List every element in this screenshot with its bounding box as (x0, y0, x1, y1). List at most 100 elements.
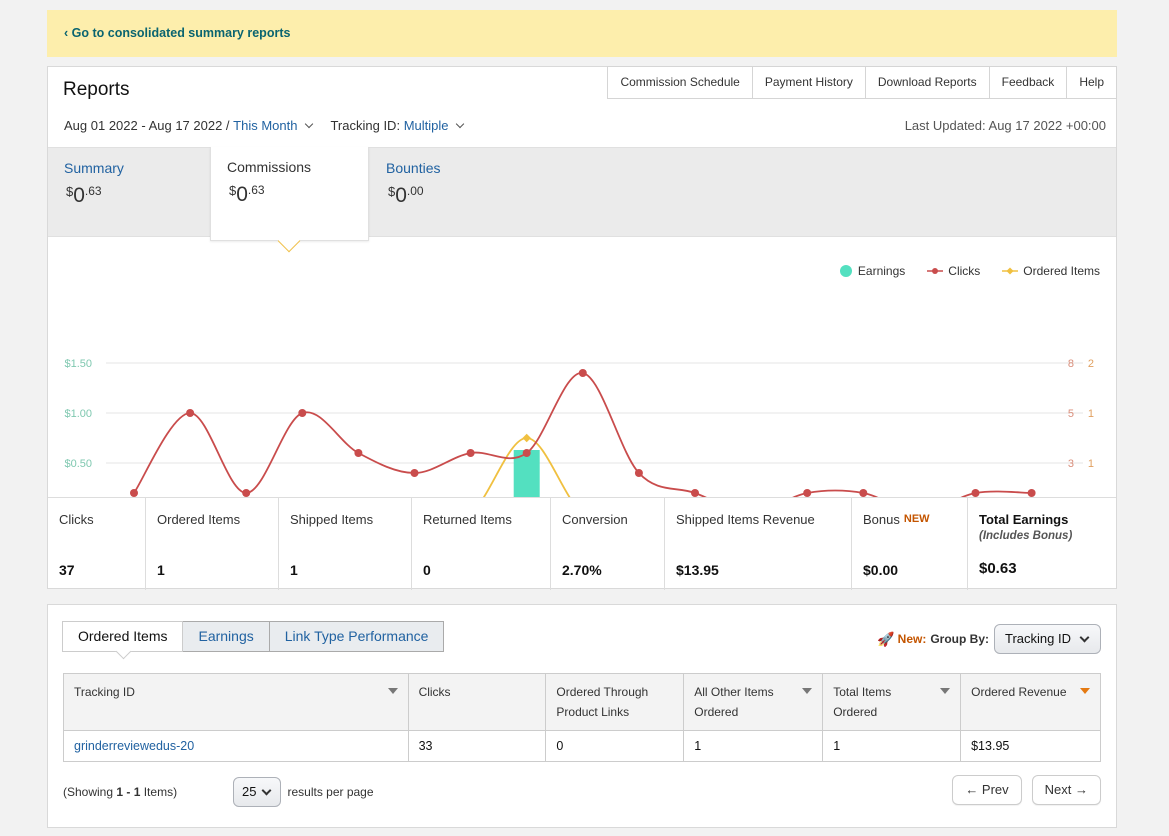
commission-schedule-link[interactable]: Commission Schedule (607, 66, 753, 99)
legend-clicks-label: Clicks (948, 264, 981, 278)
col-ordered-through-links[interactable]: Ordered Through Product Links (545, 673, 685, 731)
metric-clicks: Clicks 37 (48, 498, 146, 590)
right-tick-label: 1 (1088, 458, 1094, 470)
items-panel: Ordered Items Earnings Link Type Perform… (47, 604, 1117, 828)
tab-bounties-amount: $0.00 (388, 184, 424, 208)
metric-label: Total Earnings (979, 512, 1069, 527)
tab-link-type-performance[interactable]: Link Type Performance (268, 621, 445, 652)
metric-shipped-items: Shipped Items 1 (279, 498, 412, 590)
metric-ordered-items: Ordered Items 1 (146, 498, 279, 590)
metric-label: Conversion (562, 512, 628, 527)
right-tick-label: 8 (1068, 358, 1074, 370)
metric-value: $0.00 (863, 562, 899, 578)
cell-total-items: 1 (822, 730, 962, 762)
consolidated-summary-link[interactable]: ‹ Go to consolidated summary reports (64, 26, 290, 40)
metric-total-earnings: Total Earnings (Includes Bonus) $0.63 (968, 498, 1116, 590)
tab-summary-amount: $0.63 (66, 184, 102, 208)
column-label: Ordered Through Product Links (556, 685, 649, 719)
tab-commissions[interactable]: Commissions $0.63 (210, 147, 369, 253)
chevron-down-icon (456, 119, 465, 129)
sort-icon (387, 688, 398, 694)
legend-ordered-items[interactable]: Ordered Items (1002, 264, 1100, 278)
tab-commissions-amount: $0.63 (229, 183, 265, 207)
metric-value: $0.63 (979, 560, 1017, 577)
items-tabs: Ordered Items Earnings Link Type Perform… (62, 621, 445, 652)
new-badge: NEW (903, 513, 930, 525)
metric-label: Bonus NEW (863, 512, 930, 527)
amount-whole: 0 (73, 184, 85, 207)
cell-all-other-items: 1 (683, 730, 824, 762)
tracking-id-link[interactable]: grinderreviewedus-20 (74, 739, 194, 753)
metric-label: Shipped Items Revenue (676, 512, 815, 527)
metric-value: $13.95 (676, 562, 719, 578)
chevron-down-icon (262, 785, 272, 795)
tab-earnings[interactable]: Earnings (182, 621, 270, 652)
amount-cents: .63 (84, 184, 102, 198)
clicks-point (803, 489, 812, 497)
group-by-select[interactable]: Tracking ID (994, 624, 1101, 654)
period-dropdown[interactable]: This Month (233, 118, 314, 133)
next-button[interactable]: Next → (1031, 775, 1101, 805)
bonus-label: Bonus (863, 512, 900, 527)
feedback-link[interactable]: Feedback (988, 66, 1068, 99)
sort-icon (802, 688, 813, 694)
legend-ordered-items-label: Ordered Items (1023, 264, 1100, 278)
clicks-point (186, 409, 195, 417)
per-page-control: 25 results per page (233, 777, 374, 807)
legend-clicks[interactable]: Clicks (927, 264, 980, 278)
clicks-point (298, 409, 307, 417)
metric-bonus: Bonus NEW $0.00 (852, 498, 968, 590)
metric-returned-items: Returned Items 0 (412, 498, 551, 590)
chevron-down-icon (1079, 632, 1090, 642)
clicks-point (522, 449, 531, 457)
new-label: New: (897, 632, 927, 646)
showing-range: 1 - 1 (116, 785, 141, 799)
clicks-point (410, 469, 419, 477)
column-label: Ordered Revenue (971, 685, 1067, 699)
metric-shipped-revenue: Shipped Items Revenue $13.95 (665, 498, 852, 590)
metric-label: Clicks (59, 512, 94, 527)
right-tick-label: 2 (1088, 358, 1094, 370)
metric-label: Shipped Items (290, 512, 374, 527)
download-reports-link[interactable]: Download Reports (864, 66, 990, 99)
metric-value: 1 (157, 562, 165, 578)
col-ordered-revenue[interactable]: Ordered Revenue (960, 673, 1101, 731)
cell-ordered-revenue: $13.95 (960, 730, 1101, 762)
clicks-point (466, 449, 475, 457)
tracking-id-value: Multiple (403, 118, 449, 133)
metric-value: 2.70% (562, 562, 602, 578)
per-page-value: 25 (242, 784, 257, 799)
legend-earnings[interactable]: Earnings (839, 264, 906, 278)
help-link[interactable]: Help (1066, 66, 1117, 99)
payment-history-link[interactable]: Payment History (751, 66, 866, 99)
metric-value: 37 (59, 562, 75, 578)
amount-whole: 0 (236, 183, 248, 206)
sort-active-icon (1080, 688, 1090, 694)
earnings-chart: Earnings Clicks Ordered Items 000$0.5031… (48, 252, 1116, 535)
column-label: Tracking ID (74, 685, 135, 699)
amount-cents: .63 (247, 183, 265, 197)
metric-value: 0 (423, 562, 431, 578)
legend-earnings-label: Earnings (857, 264, 906, 278)
report-nav: Commission Schedule Payment History Down… (607, 66, 1117, 99)
metrics-row: Clicks 37 Ordered Items 1 Shipped Items … (48, 497, 1116, 590)
right-tick-label: 3 (1068, 458, 1074, 470)
tab-bounties[interactable]: Bounties $0.00 (370, 148, 532, 238)
right-tick-label: 5 (1068, 408, 1074, 420)
prev-button[interactable]: ← Prev (952, 775, 1022, 805)
col-total-items[interactable]: Total Items Ordered (822, 673, 962, 731)
tab-ordered-items[interactable]: Ordered Items (62, 621, 184, 652)
column-label: Clicks (418, 685, 451, 699)
per-page-select[interactable]: 25 (233, 777, 282, 807)
metric-label: Returned Items (423, 512, 512, 527)
period-value: This Month (233, 118, 298, 133)
col-clicks[interactable]: Clicks (407, 673, 547, 731)
col-tracking-id[interactable]: Tracking ID (63, 673, 409, 731)
col-all-other-items[interactable]: All Other Items Ordered (683, 673, 824, 731)
tracking-id-dropdown[interactable]: Tracking ID: Multiple (330, 118, 465, 133)
tab-summary[interactable]: Summary $0.63 (48, 148, 210, 238)
clicks-point (1027, 489, 1036, 497)
amount-cents: .00 (406, 184, 424, 198)
chart-canvas: 000$0.5031$1.0051$1.508201 Aug0203040506… (64, 358, 1094, 535)
ordered-items-point (522, 433, 531, 443)
